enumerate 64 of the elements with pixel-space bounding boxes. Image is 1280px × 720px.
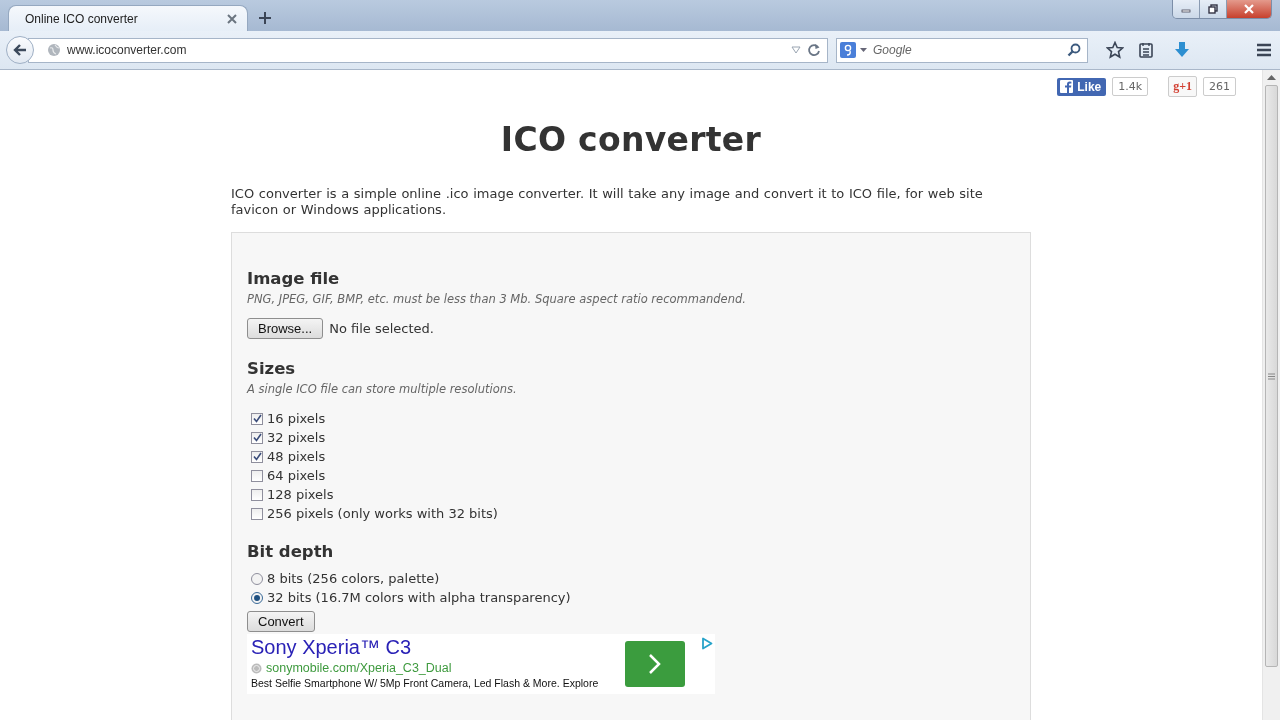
back-button[interactable] bbox=[6, 36, 34, 64]
f-logo-icon bbox=[1060, 80, 1074, 93]
search-bar[interactable]: Google bbox=[836, 37, 1088, 63]
checkbox[interactable] bbox=[251, 431, 263, 444]
menu-icon[interactable] bbox=[1256, 43, 1272, 57]
close-button[interactable] bbox=[1226, 0, 1271, 18]
like-count: 1.4k bbox=[1112, 77, 1149, 96]
file-status: No file selected. bbox=[329, 321, 434, 336]
radio-label: 8 bits (256 colors, palette) bbox=[267, 571, 440, 586]
plus-one-button[interactable]: g+1 bbox=[1168, 76, 1197, 97]
globe-icon bbox=[251, 662, 262, 674]
checkbox-label: 48 pixels bbox=[267, 449, 326, 464]
plus-one-count: 261 bbox=[1203, 77, 1236, 96]
intro-paragraph: ICO converter is a simple online .ico image converter. It will take any image and convert it to ICO file, for web site favicon or Windows applications. bbox=[231, 186, 984, 218]
globe-icon bbox=[47, 43, 61, 57]
checkbox[interactable] bbox=[251, 450, 263, 463]
caret-icon[interactable] bbox=[860, 47, 867, 53]
checkbox[interactable] bbox=[251, 412, 263, 425]
checkbox-label: 256 pixels (only works with 32 bits) bbox=[267, 506, 498, 521]
checkbox[interactable] bbox=[251, 507, 263, 520]
radio-label: 32 bits (16.7M colors with alpha transparency) bbox=[267, 590, 571, 605]
section-heading: Sizes bbox=[247, 359, 297, 378]
reload-icon[interactable] bbox=[807, 43, 821, 57]
browser-tab[interactable]: Online ICO converter bbox=[8, 5, 248, 31]
checkbox[interactable] bbox=[251, 469, 263, 482]
page-title: ICO converter bbox=[499, 120, 763, 159]
close-icon bbox=[1243, 4, 1255, 14]
star-icon[interactable] bbox=[1106, 41, 1124, 59]
ad-title[interactable]: Sony Xperia™ C3 bbox=[251, 636, 711, 659]
section-hint: A single ICO file can store multiple resolutions. bbox=[247, 382, 518, 396]
restore-icon bbox=[1208, 4, 1218, 14]
reading-list-icon[interactable] bbox=[1138, 42, 1154, 58]
scrollbar-thumb[interactable] bbox=[1265, 85, 1278, 667]
section-heading: Image file bbox=[247, 269, 341, 288]
ad-url[interactable]: sonymobile.com/Xperia_C3_Dual bbox=[266, 661, 452, 675]
convert-button[interactable]: Convert bbox=[247, 611, 315, 632]
download-icon[interactable] bbox=[1174, 41, 1190, 59]
google-icon[interactable] bbox=[840, 42, 856, 58]
section-hint: PNG, JPEG, GIF, BMP, etc. must be less than 3 Mb. Square aspect ratio recommandend. bbox=[247, 292, 747, 306]
checkbox-label: 128 pixels bbox=[267, 487, 334, 502]
scrollbar[interactable] bbox=[1262, 70, 1280, 720]
search-field[interactable]: Google bbox=[871, 42, 1063, 58]
address-text: www.icoconverter.com bbox=[67, 43, 188, 57]
like-button[interactable]: Like bbox=[1057, 77, 1107, 96]
checkbox-label: 32 pixels bbox=[267, 430, 326, 445]
adchoices-icon[interactable] bbox=[701, 637, 713, 650]
address-bar[interactable]: www.icoconverter.com bbox=[28, 37, 828, 63]
chevron-icon bbox=[648, 653, 662, 675]
restore-button[interactable] bbox=[1199, 0, 1226, 18]
back-arrow-icon bbox=[12, 43, 28, 57]
radio-button[interactable] bbox=[251, 572, 263, 585]
ad-description: Best Selfie Smartphone W/ 5Mp Front Camera, Led Flash & More. Explore bbox=[251, 677, 600, 689]
ad-go-button[interactable] bbox=[625, 641, 685, 687]
grip-icon bbox=[1268, 372, 1275, 380]
radio-button[interactable] bbox=[251, 591, 263, 604]
search-icon[interactable] bbox=[1067, 43, 1081, 57]
checkbox[interactable] bbox=[251, 488, 263, 501]
scroll-up-icon[interactable] bbox=[1267, 75, 1276, 81]
browse-button[interactable]: Browse... bbox=[247, 318, 324, 339]
plus-icon bbox=[259, 12, 271, 24]
checkbox-label: 64 pixels bbox=[267, 468, 326, 483]
checkbox-label: 16 pixels bbox=[267, 411, 326, 426]
close-icon[interactable] bbox=[227, 13, 237, 24]
section-heading: Bit depth bbox=[247, 542, 335, 561]
